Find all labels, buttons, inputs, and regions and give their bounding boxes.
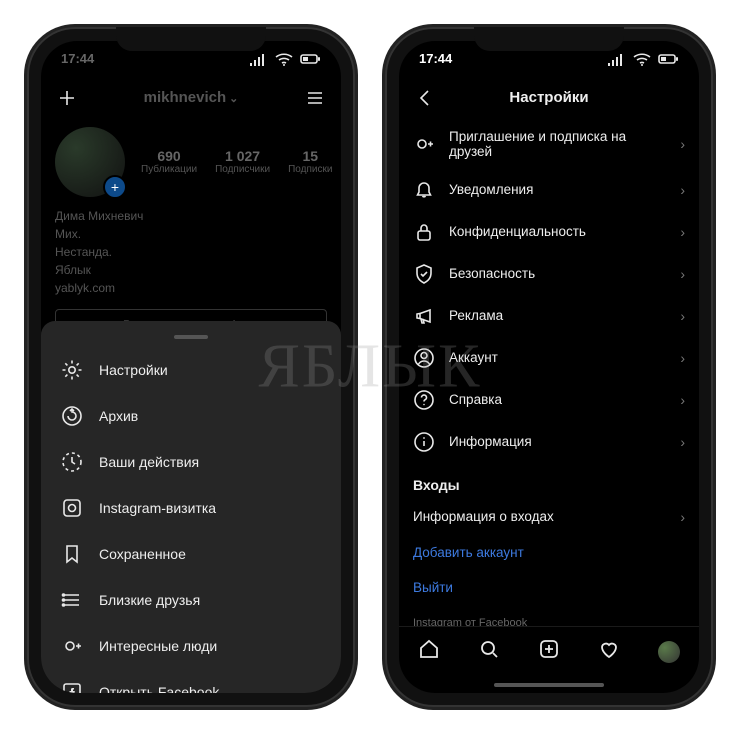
logins-header: Входы bbox=[399, 463, 699, 499]
logout-link[interactable]: Выйти bbox=[399, 570, 699, 605]
tab-bar bbox=[399, 626, 699, 677]
menu-icon[interactable] bbox=[303, 87, 327, 109]
tab-search[interactable] bbox=[478, 638, 500, 665]
bookmark-icon bbox=[61, 543, 83, 565]
profile-zone: + 690 Публикации 1 027 Подписчики 15 bbox=[41, 119, 341, 353]
account-icon bbox=[413, 347, 435, 369]
tab-home[interactable] bbox=[418, 638, 440, 665]
wifi-icon bbox=[273, 48, 295, 70]
settings-login-info[interactable]: Информация о входах › bbox=[399, 499, 699, 535]
battery-icon bbox=[657, 48, 679, 70]
menu-close-friends[interactable]: Близкие друзья bbox=[41, 577, 341, 623]
megaphone-icon bbox=[413, 305, 435, 327]
battery-icon bbox=[299, 48, 321, 70]
chevron-down-icon: ⌄ bbox=[229, 93, 238, 105]
info-icon bbox=[413, 431, 435, 453]
home-indicator[interactable] bbox=[399, 677, 699, 693]
stat-following[interactable]: 15 Подписки bbox=[288, 148, 332, 175]
archive-icon bbox=[61, 405, 83, 427]
chevron-right-icon: › bbox=[680, 350, 685, 366]
bottom-sheet: Настройки Архив Ваши действия Instagram-… bbox=[41, 321, 341, 693]
signal-icon bbox=[247, 48, 269, 70]
gear-icon bbox=[61, 359, 83, 381]
chevron-right-icon: › bbox=[680, 434, 685, 450]
shield-icon bbox=[413, 263, 435, 285]
tab-profile[interactable] bbox=[658, 641, 680, 663]
menu-discover[interactable]: Интересные люди bbox=[41, 623, 341, 669]
sheet-grabber[interactable] bbox=[174, 335, 208, 339]
lock-icon bbox=[413, 221, 435, 243]
status-time: 17:44 bbox=[419, 51, 452, 66]
settings-security[interactable]: Безопасность › bbox=[399, 253, 699, 295]
close-friends-icon bbox=[61, 589, 83, 611]
settings-notifications[interactable]: Уведомления › bbox=[399, 169, 699, 211]
menu-facebook[interactable]: Открыть Facebook bbox=[41, 669, 341, 693]
nametag-icon bbox=[61, 497, 83, 519]
chevron-right-icon: › bbox=[680, 136, 685, 152]
back-button[interactable] bbox=[413, 87, 437, 109]
tab-add[interactable] bbox=[538, 638, 560, 665]
activity-icon bbox=[61, 451, 83, 473]
chevron-right-icon: › bbox=[680, 308, 685, 324]
status-time: 17:44 bbox=[61, 51, 94, 66]
menu-nametag[interactable]: Instagram-визитка bbox=[41, 485, 341, 531]
facebook-icon bbox=[61, 681, 83, 693]
menu-activity[interactable]: Ваши действия bbox=[41, 439, 341, 485]
notch bbox=[474, 27, 624, 51]
chevron-right-icon: › bbox=[680, 392, 685, 408]
stat-posts[interactable]: 690 Публикации bbox=[141, 148, 197, 175]
wifi-icon bbox=[631, 48, 653, 70]
phone-left: 17:44 mikhnevich⌄ + bbox=[27, 27, 355, 707]
chevron-right-icon: › bbox=[680, 509, 685, 525]
bio: Дима Михневич Мих. Нестанда. Яблык yably… bbox=[55, 207, 327, 297]
chevron-right-icon: › bbox=[680, 266, 685, 282]
add-story-icon[interactable]: + bbox=[103, 175, 127, 199]
chevron-right-icon: › bbox=[680, 224, 685, 240]
bell-icon bbox=[413, 179, 435, 201]
username-dropdown[interactable]: mikhnevich⌄ bbox=[79, 89, 303, 106]
new-post-icon[interactable] bbox=[55, 87, 79, 109]
signal-icon bbox=[605, 48, 627, 70]
avatar[interactable]: + bbox=[55, 127, 125, 197]
discover-icon bbox=[61, 635, 83, 657]
settings-help[interactable]: Справка › bbox=[399, 379, 699, 421]
page-title: Настройки bbox=[437, 89, 661, 106]
stat-followers[interactable]: 1 027 Подписчики bbox=[215, 148, 270, 175]
discover-icon bbox=[413, 133, 435, 155]
settings-header: Настройки bbox=[399, 77, 699, 119]
settings-about[interactable]: Информация › bbox=[399, 421, 699, 463]
menu-settings[interactable]: Настройки bbox=[41, 347, 341, 393]
settings-account[interactable]: Аккаунт › bbox=[399, 337, 699, 379]
settings-privacy[interactable]: Конфиденциальность › bbox=[399, 211, 699, 253]
help-icon bbox=[413, 389, 435, 411]
settings-ads[interactable]: Реклама › bbox=[399, 295, 699, 337]
phone-right: 17:44 Настройки Приглашение и подписка н… bbox=[385, 27, 713, 707]
notch bbox=[116, 27, 266, 51]
tab-activity[interactable] bbox=[598, 638, 620, 665]
settings-list: Приглашение и подписка на друзей › Уведо… bbox=[399, 119, 699, 626]
profile-header: mikhnevich⌄ bbox=[41, 77, 341, 119]
menu-archive[interactable]: Архив bbox=[41, 393, 341, 439]
chevron-right-icon: › bbox=[680, 182, 685, 198]
footer-note: Instagram от Facebook bbox=[399, 605, 699, 626]
menu-saved[interactable]: Сохраненное bbox=[41, 531, 341, 577]
settings-invite[interactable]: Приглашение и подписка на друзей › bbox=[399, 119, 699, 169]
add-account-link[interactable]: Добавить аккаунт bbox=[399, 535, 699, 570]
